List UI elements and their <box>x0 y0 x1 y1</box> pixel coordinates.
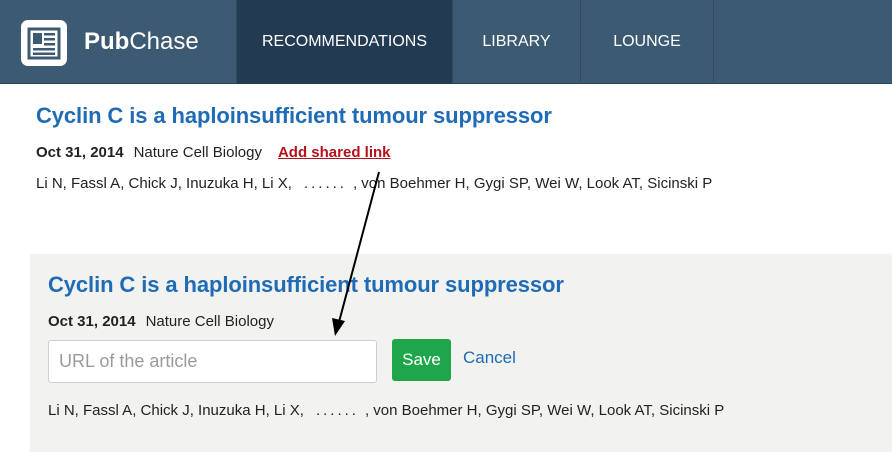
tab-recommendations[interactable]: RECOMMENDATIONS <box>236 0 452 84</box>
article-meta: Oct 31, 2014 Nature Cell Biology Add share… <box>36 144 391 161</box>
article-title-link[interactable]: Cyclin C is a haploinsufficient tumour s… <box>48 272 564 298</box>
brand-name[interactable]: PubChase <box>84 27 199 57</box>
article-authors: Li N, Fassl A, Chick J, Inuzuka H, Li X,… <box>36 175 712 192</box>
top-navbar: PubChase RECOMMENDATIONS LIBRARY LOUNGE <box>0 0 892 84</box>
authors-ellipsis[interactable]: ...... <box>316 402 359 419</box>
save-button[interactable]: Save <box>392 339 451 381</box>
cancel-link[interactable]: Cancel <box>463 348 516 368</box>
authors-first: Li N, Fassl A, Chick J, Inuzuka H, Li X, <box>36 175 292 192</box>
authors-first: Li N, Fassl A, Chick J, Inuzuka H, Li X, <box>48 402 304 419</box>
article-authors: Li N, Fassl A, Chick J, Inuzuka H, Li X,… <box>48 402 724 419</box>
article-journal: Nature Cell Biology <box>133 144 262 161</box>
tab-library[interactable]: LIBRARY <box>452 0 580 84</box>
article-date: Oct 31, 2014 <box>48 313 136 330</box>
authors-last: , von Boehmer H, Gygi SP, Wei W, Look AT… <box>364 402 725 419</box>
article-title-link[interactable]: Cyclin C is a haploinsufficient tumour s… <box>36 103 552 129</box>
brand-name-light: Chase <box>129 28 199 55</box>
add-shared-link[interactable]: Add shared link <box>278 144 391 161</box>
authors-ellipsis[interactable]: ...... <box>304 175 347 192</box>
tab-lounge[interactable]: LOUNGE <box>580 0 714 84</box>
article-date: Oct 31, 2014 <box>36 144 124 161</box>
authors-last: , von Boehmer H, Gygi SP, Wei W, Look AT… <box>352 175 713 192</box>
article-journal: Nature Cell Biology <box>145 313 274 330</box>
article-url-input[interactable] <box>48 340 377 383</box>
brand-name-bold: Pub <box>84 28 130 55</box>
article-meta: Oct 31, 2014 Nature Cell Biology <box>48 313 274 330</box>
newspaper-icon[interactable] <box>21 20 67 66</box>
